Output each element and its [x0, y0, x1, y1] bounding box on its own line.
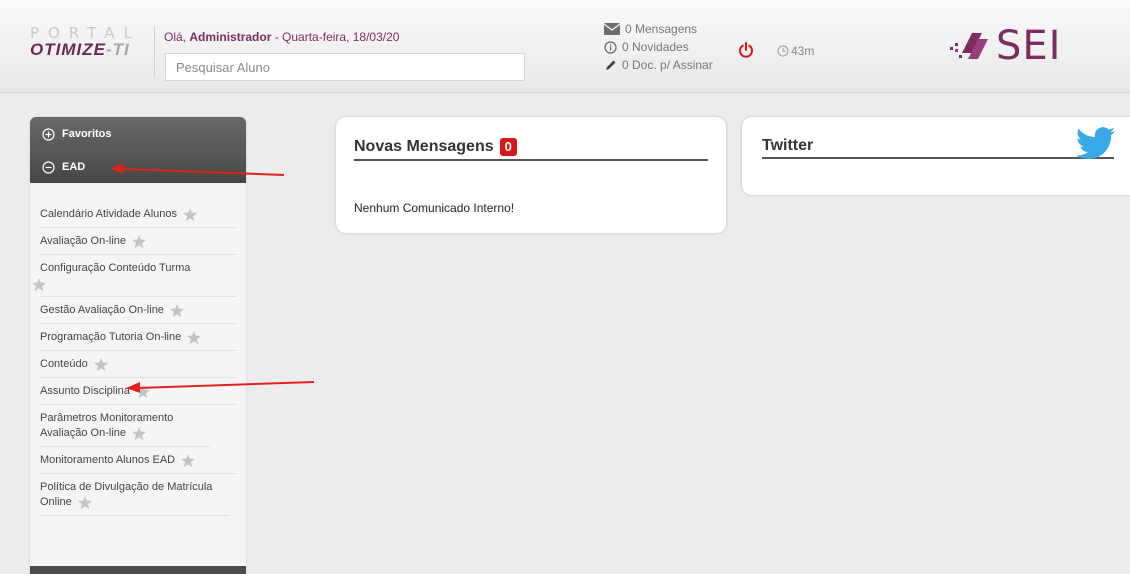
logo-brand-text: OTIMIZE-TI: [30, 40, 145, 60]
star-icon[interactable]: [182, 207, 197, 221]
twitter-panel-title: Twitter: [762, 137, 1114, 159]
plus-circle-icon: [42, 127, 55, 141]
sidebar-item-configuracao-conteudo[interactable]: Configuração Conteúdo Turma: [32, 255, 236, 297]
messages-panel: Novas Mensagens 0 Nenhum Comunicado Inte…: [336, 117, 726, 233]
sidebar-footer-bar: [30, 566, 246, 574]
sidebar-item-label: Política de Divulgação de Matrícula Onli…: [40, 481, 213, 508]
sidebar-item-label: Calendário Atividade Alunos: [40, 208, 177, 220]
news-link[interactable]: 0 Novidades: [604, 38, 713, 56]
pen-icon: [606, 60, 616, 70]
annotation-arrow-ead: [110, 163, 285, 176]
sidebar-item-label: Parâmetros Monitoramento Avaliação On-li…: [40, 412, 174, 439]
star-icon[interactable]: [187, 330, 202, 344]
star-icon[interactable]: [132, 426, 147, 440]
sidebar-item-label: Avaliação On-line: [40, 235, 127, 247]
star-icon[interactable]: [181, 453, 196, 467]
messages-count: 0 Mensagens: [625, 22, 698, 36]
messages-count-badge: 0: [499, 138, 517, 156]
sidebar-item-parametros-monitoramento[interactable]: Parâmetros Monitoramento Avaliação On-li…: [40, 405, 210, 447]
star-icon[interactable]: [32, 278, 46, 291]
sidebar-item-programacao-tutoria[interactable]: Programação Tutoria On-line: [40, 324, 236, 351]
messages-empty-text: Nenhum Comunicado Interno!: [354, 201, 515, 215]
ead-menu-list: Calendário Atividade Alunos Avaliação On…: [30, 183, 246, 516]
docs-count: 0 Doc. p/ Assinar: [622, 58, 713, 72]
logo-brand-b: -TI: [105, 40, 130, 59]
sidebar-item-avaliacao-online[interactable]: Avaliação On-line: [40, 228, 236, 255]
session-timer: 43m: [777, 44, 814, 58]
sei-logo-text: SEI: [996, 23, 1062, 69]
sidebar-item-gestao-avaliacao[interactable]: Gestão Avaliação On-line: [40, 297, 236, 324]
sei-logo-mark-icon: [950, 33, 988, 59]
star-icon[interactable]: [169, 303, 184, 317]
minus-circle-icon: [42, 160, 55, 174]
sidebar-item-calendario[interactable]: Calendário Atividade Alunos: [40, 201, 236, 228]
search-input[interactable]: [165, 53, 525, 81]
star-icon[interactable]: [77, 495, 92, 509]
twitter-bird-icon: [1076, 127, 1115, 159]
logout-button[interactable]: [738, 42, 754, 61]
sidebar-item-label: Programação Tutoria On-line: [40, 331, 182, 343]
header-divider: [154, 26, 155, 78]
sidebar-favoritos-toggle[interactable]: Favoritos: [30, 117, 246, 151]
sidebar-item-label: Configuração Conteúdo Turma: [40, 262, 191, 274]
greeting-date: - Quarta-feira, 18/03/20: [274, 30, 400, 44]
clock-icon: [777, 45, 789, 57]
ead-label: EAD: [62, 161, 86, 173]
header: PORTAL OTIMIZE-TI Olá, Administrador - Q…: [0, 0, 1130, 93]
sidebar-item-label: Assunto Disciplina: [40, 385, 130, 397]
sidebar-item-conteudo[interactable]: Conteúdo: [40, 351, 236, 378]
news-count: 0 Novidades: [622, 40, 689, 54]
sidebar-menu: Favoritos EAD Calendário Atividade Aluno…: [30, 117, 246, 574]
star-icon[interactable]: [132, 234, 147, 248]
favoritos-label: Favoritos: [62, 128, 112, 140]
messages-title-text: Novas Mensagens: [354, 138, 494, 155]
sidebar-item-label: Gestão Avaliação On-line: [40, 304, 164, 316]
sei-logo: SEI: [948, 26, 1061, 66]
annotation-arrow-conteudo: [126, 381, 315, 393]
sidebar-item-label: Conteúdo: [40, 358, 88, 370]
star-icon[interactable]: [93, 357, 108, 371]
envelope-icon: [604, 23, 620, 35]
logo-brand-a: OTIMIZE: [30, 40, 106, 59]
sidebar-item-label: Monitoramento Alunos EAD: [40, 454, 176, 466]
greeting: Olá, Administrador - Quarta-feira, 18/03…: [164, 30, 399, 44]
greeting-prefix: Olá,: [164, 30, 187, 44]
notifications: 0 Mensagens 0 Novidades 0 Doc. p/ Assina…: [604, 20, 713, 74]
power-icon: [739, 42, 753, 58]
info-icon: [604, 40, 617, 54]
messages-panel-title: Novas Mensagens 0: [354, 135, 708, 161]
twitter-panel: Twitter: [742, 117, 1130, 195]
docs-link[interactable]: 0 Doc. p/ Assinar: [604, 56, 713, 74]
timer-value: 43m: [791, 44, 815, 58]
sidebar-item-politica-divulgacao[interactable]: Política de Divulgação de Matrícula Onli…: [40, 474, 230, 516]
messages-link[interactable]: 0 Mensagens: [604, 20, 713, 38]
user-name: Administrador: [189, 30, 272, 44]
portal-logo[interactable]: PORTAL OTIMIZE-TI: [30, 24, 145, 68]
sidebar-item-monitoramento-alunos[interactable]: Monitoramento Alunos EAD: [40, 447, 236, 474]
